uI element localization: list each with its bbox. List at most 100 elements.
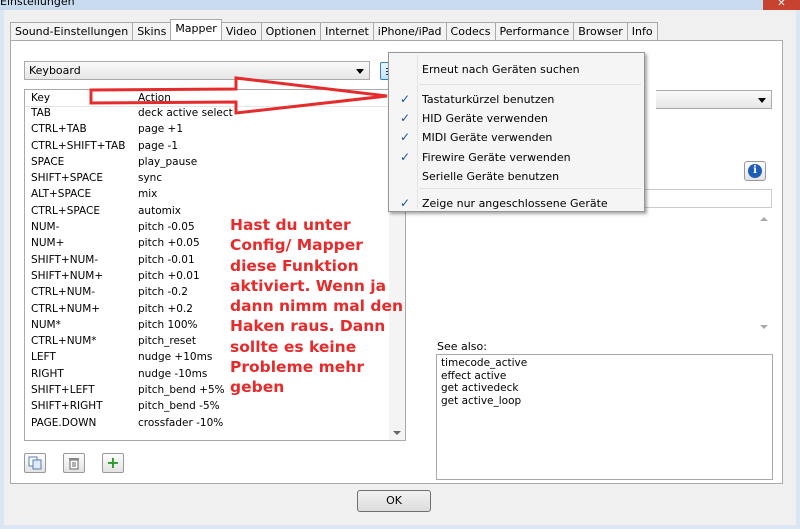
row-key: LEFT xyxy=(31,351,56,364)
ok-button[interactable]: OK xyxy=(357,490,431,512)
row-action: pitch -0.2 xyxy=(138,286,188,299)
table-row[interactable]: CTRL+SHIFT+TAB page -1 xyxy=(25,140,405,156)
checkmark-icon: ✓ xyxy=(400,150,411,164)
chevron-down-icon xyxy=(356,69,364,74)
menu-item[interactable]: Serielle Geräte benutzen xyxy=(391,167,642,186)
table-row[interactable]: TAB deck active select xyxy=(25,107,405,123)
annotation-line: Config/ Mapper xyxy=(230,236,363,255)
row-action: mix xyxy=(138,188,158,201)
checkmark-icon: ✓ xyxy=(400,130,411,144)
row-action: pitch +0.2 xyxy=(138,302,193,315)
annotation-line: Probleme mehr xyxy=(230,358,364,377)
row-key: CTRL+NUM- xyxy=(31,286,96,299)
table-row[interactable]: CTRL+TAB page +1 xyxy=(25,123,405,139)
copy-icon xyxy=(28,456,42,470)
window-title: Einstellungen xyxy=(0,0,75,8)
tab-iphone-ipad[interactable]: iPhone/iPad xyxy=(372,22,447,41)
row-key: SHIFT+NUM+ xyxy=(31,269,104,282)
scroll-down-icon[interactable] xyxy=(393,431,401,435)
info-button[interactable]: i xyxy=(744,161,766,181)
tab-browser[interactable]: Browser xyxy=(573,22,628,41)
row-action: crossfader -10% xyxy=(138,416,224,429)
table-row[interactable]: ALT+SPACE mix xyxy=(25,188,405,204)
menu-separator xyxy=(419,188,641,189)
row-key: SHIFT+SPACE xyxy=(31,172,104,185)
table-row[interactable]: SHIFT+SPACE sync xyxy=(25,172,405,188)
scroll-down-icon[interactable] xyxy=(760,325,768,329)
row-key: SHIFT+RIGHT xyxy=(31,400,103,413)
menu-item[interactable]: ✓ MIDI Geräte verwenden xyxy=(391,128,642,147)
menu-item-label: MIDI Geräte verwenden xyxy=(422,131,553,144)
column-header-key[interactable]: Key xyxy=(31,92,50,104)
close-button[interactable]: ✕ xyxy=(763,0,800,10)
row-action: sync xyxy=(138,172,163,185)
column-header-action[interactable]: Action xyxy=(138,92,171,104)
scroll-up-icon[interactable] xyxy=(760,217,768,221)
menu-item-label: Zeige nur angeschlossene Geräte xyxy=(422,197,608,210)
tab-bar: Sound-Einstellungen Skins Mapper Video O… xyxy=(10,19,658,41)
tab-codecs[interactable]: Codecs xyxy=(445,22,496,41)
chevron-down-icon xyxy=(758,98,766,103)
description-scrollbar[interactable] xyxy=(757,213,771,333)
row-action: pitch 100% xyxy=(138,318,198,331)
checkmark-icon: ✓ xyxy=(400,92,411,106)
row-action: pitch +0.05 xyxy=(138,237,200,250)
row-action: pitch_bend -5% xyxy=(138,400,220,413)
row-key: CTRL+SHIFT+TAB xyxy=(31,139,126,152)
checkmark-icon: ✓ xyxy=(400,196,411,210)
see-also-item[interactable]: get activedeck xyxy=(441,382,768,395)
table-row[interactable]: PAGE.DOWN crossfader -10% xyxy=(25,417,405,433)
see-also-item[interactable]: get active_loop xyxy=(441,395,768,408)
see-also-label: See also: xyxy=(437,340,487,353)
menu-item[interactable]: ✓ HID Geräte verwenden xyxy=(391,109,642,128)
copy-button[interactable] xyxy=(24,453,46,473)
menu-item-label: HID Geräte verwenden xyxy=(422,112,548,125)
row-action: pitch -0.01 xyxy=(138,253,195,266)
menu-item[interactable]: ✓ Zeige nur angeschlossene Geräte xyxy=(391,194,642,213)
add-button[interactable]: + xyxy=(102,453,124,473)
row-key: NUM* xyxy=(31,318,61,331)
see-also-item[interactable]: timecode_active xyxy=(441,357,768,370)
row-key: CTRL+TAB xyxy=(31,123,87,136)
device-select[interactable]: Keyboard xyxy=(24,61,370,80)
add-icon: + xyxy=(106,453,120,472)
row-action: nudge -10ms xyxy=(138,367,208,380)
annotation-line: Hast du unter xyxy=(230,216,351,234)
tab-info[interactable]: Info xyxy=(626,22,658,41)
menu-item[interactable]: Erneut nach Geräten suchen xyxy=(391,60,642,79)
row-action: deck active select xyxy=(138,107,233,119)
tab-skins[interactable]: Skins xyxy=(132,22,172,41)
table-row[interactable]: SHIFT+RIGHT pitch_bend -5% xyxy=(25,400,405,416)
row-key: CTRL+NUM* xyxy=(31,335,97,348)
action-select[interactable] xyxy=(656,90,772,109)
row-key: SHIFT+NUM- xyxy=(31,253,99,266)
annotation-line: dann nimm mal den xyxy=(230,297,404,316)
menu-item[interactable]: ✓ Firewire Geräte verwenden xyxy=(391,148,642,167)
row-key: PAGE.DOWN xyxy=(31,416,97,429)
see-also-list[interactable]: timecode_active effect active get active… xyxy=(436,354,773,480)
row-key: RIGHT xyxy=(31,367,64,380)
tab-performance[interactable]: Performance xyxy=(494,22,575,41)
trash-icon xyxy=(69,458,79,470)
row-action: page -1 xyxy=(138,139,179,152)
annotation-line: geben xyxy=(230,378,285,397)
row-action: pitch_reset xyxy=(138,335,196,348)
tab-internet[interactable]: Internet xyxy=(320,22,374,41)
row-key: NUM+ xyxy=(31,237,65,250)
table-row[interactable]: SPACE play_pause xyxy=(25,156,405,172)
checkmark-icon: ✓ xyxy=(400,111,411,125)
tab-options[interactable]: Optionen xyxy=(260,22,322,41)
tab-mapper[interactable]: Mapper xyxy=(170,19,222,40)
annotation-line: diese Funktion xyxy=(230,256,359,275)
row-key: CTRL+SPACE xyxy=(31,204,100,217)
tab-video[interactable]: Video xyxy=(220,22,262,41)
row-key: CTRL+NUM+ xyxy=(31,302,101,315)
red-annotation: Hast du unter Config/ Mapper diese Funkt… xyxy=(230,215,415,398)
tab-sound-settings[interactable]: Sound-Einstellungen xyxy=(10,22,134,41)
see-also-item[interactable]: effect active xyxy=(441,370,768,383)
row-action: automix xyxy=(138,204,181,217)
delete-button[interactable] xyxy=(63,453,85,473)
row-action: pitch +0.01 xyxy=(138,269,200,282)
menu-item-label: Firewire Geräte verwenden xyxy=(422,151,571,164)
menu-item[interactable]: ✓ Tastaturkürzel benutzen xyxy=(391,90,642,109)
